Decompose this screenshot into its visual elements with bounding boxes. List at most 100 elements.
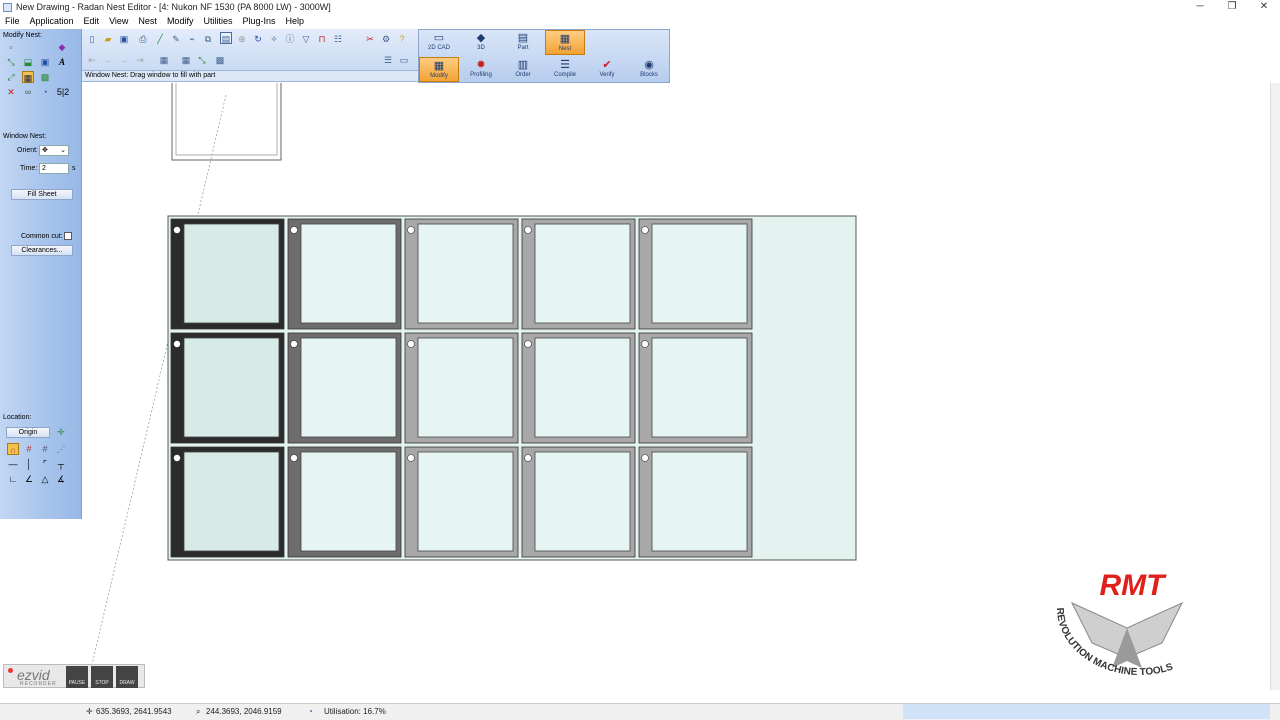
list-view-icon[interactable]: ☰ — [382, 54, 394, 66]
clipboard-icon[interactable]: ▣ — [39, 56, 51, 68]
triangle-icon[interactable]: △ — [39, 473, 51, 485]
tab-order[interactable]: ▥ Order — [503, 57, 543, 82]
tab-profiling[interactable]: ✹ Profiling — [461, 57, 501, 82]
tools-icon[interactable]: ✂ — [364, 33, 376, 45]
array-icon[interactable]: ⤢ — [5, 71, 17, 83]
delete-icon[interactable]: ✕ — [5, 86, 17, 98]
tab-2d-cad[interactable]: ▭ 2D CAD — [419, 30, 459, 55]
angle-measure-icon[interactable]: ∡ — [55, 473, 67, 485]
nested-parts — [170, 218, 753, 558]
prev-icon[interactable]: ← — [102, 54, 114, 66]
window-nest-tool-icon[interactable]: ▤ — [220, 32, 232, 44]
snap-magnet-icon[interactable]: ∩ — [7, 443, 19, 455]
drawing-canvas[interactable]: RMT REVOLUTION MACHINE TOOLS — [82, 77, 1270, 690]
info-icon[interactable]: ⓘ — [284, 33, 296, 45]
save-icon[interactable]: ▣ — [118, 33, 130, 45]
common-cut-checkbox[interactable] — [64, 232, 72, 240]
pattern-icon[interactable]: ☷ — [332, 33, 344, 45]
minimize-button[interactable]: ─ — [1184, 0, 1216, 15]
vertical-icon[interactable]: │ — [23, 458, 35, 470]
part-cutout — [534, 223, 631, 324]
marker-icon[interactable]: ◆ — [56, 41, 68, 53]
origin-button[interactable]: Origin — [6, 427, 50, 438]
block-nest-icon[interactable]: ▩ — [39, 71, 51, 83]
tee-icon[interactable]: ┬ — [55, 458, 67, 470]
vertical-scrollbar[interactable] — [1270, 83, 1280, 690]
sheet-layout-icon[interactable]: ▩ — [214, 54, 226, 66]
zoom-icon[interactable]: ⊕ — [236, 33, 248, 45]
menu-edit[interactable]: Edit — [79, 15, 105, 29]
next-icon[interactable]: → — [118, 54, 130, 66]
new-icon[interactable]: ▯ — [86, 33, 98, 45]
open-icon[interactable]: ▰ — [102, 33, 114, 45]
recorder-label: RECORDER — [20, 681, 57, 687]
sheet-list-icon[interactable]: ▦ — [158, 54, 170, 66]
first-icon[interactable]: ⇤ — [86, 54, 98, 66]
add-sheet-icon[interactable]: ⤡ — [196, 54, 208, 66]
menu-help[interactable]: Help — [281, 15, 310, 29]
time-label: Time: — [20, 165, 38, 172]
filter-icon[interactable]: ▽ — [300, 33, 312, 45]
copy-icon[interactable]: ⧉ — [202, 33, 214, 45]
select-icon[interactable]: ▫ — [5, 41, 17, 53]
measure-icon[interactable]: ✧ — [268, 33, 280, 45]
angle-45-icon[interactable]: ∠ — [23, 473, 35, 485]
group-icon[interactable]: ∞ — [22, 86, 34, 98]
fill-sheet-button[interactable]: Fill Sheet — [11, 189, 73, 200]
modify-icon: ▦ — [433, 60, 445, 72]
part-cutout — [651, 337, 748, 438]
help-icon[interactable]: ? — [396, 33, 408, 45]
menu-utilities[interactable]: Utilities — [198, 15, 237, 29]
time-input[interactable]: 2 — [39, 163, 69, 174]
pen-icon[interactable]: ✎ — [170, 33, 182, 45]
punch-icon[interactable]: ⊓ — [316, 33, 328, 45]
title-bar: New Drawing - Radan Nest Editor - [4: Nu… — [0, 0, 1280, 15]
fine-grid-icon[interactable]: # — [39, 443, 51, 455]
cube-icon: ◆ — [476, 32, 486, 44]
stop-button[interactable]: STOP — [91, 666, 113, 688]
window-nest-icon[interactable]: ▦ — [22, 71, 34, 83]
origin-target-icon[interactable]: ✛ — [55, 426, 67, 438]
tab-3d[interactable]: ◆ 3D — [461, 30, 501, 55]
tab-part[interactable]: ▤ Part — [503, 30, 543, 55]
refresh-icon[interactable]: ↻ — [252, 33, 264, 45]
print-icon[interactable]: ⎙ — [137, 33, 149, 45]
draw-button[interactable]: DRAW — [116, 666, 138, 688]
tab-blocks[interactable]: ◉ Blocks — [629, 57, 669, 82]
tab-nest[interactable]: ▦ Nest — [545, 30, 585, 55]
horizontal-icon[interactable]: — — [7, 458, 19, 470]
close-button[interactable]: ✕ — [1248, 0, 1280, 15]
sheet-grid-icon[interactable]: ▦ — [180, 54, 192, 66]
menu-file[interactable]: File — [0, 15, 25, 29]
menu-modify[interactable]: Modify — [162, 15, 199, 29]
menu-nest[interactable]: Nest — [133, 15, 162, 29]
orient-select[interactable]: ✥ ⌄ — [39, 145, 69, 156]
tab-verify[interactable]: ✔ Verify — [587, 57, 627, 82]
text-icon[interactable]: A — [56, 56, 68, 68]
menu-plugins[interactable]: Plug-Ins — [237, 15, 280, 29]
brush-icon[interactable]: ⌁ — [186, 33, 198, 45]
pause-button[interactable]: PAUSE — [66, 666, 88, 688]
panel-view-icon[interactable]: ▭ — [398, 54, 410, 66]
tab-compile[interactable]: ☰ Compile — [545, 57, 585, 82]
diagonal-grid-icon[interactable]: ⋰ — [55, 443, 67, 455]
menu-view[interactable]: View — [104, 15, 133, 29]
draw-line-icon[interactable]: ╱ — [154, 33, 166, 45]
order-icon: ▥ — [517, 59, 529, 71]
settings-icon[interactable]: ⚙ — [380, 33, 392, 45]
last-icon[interactable]: ⇥ — [134, 54, 146, 66]
ratio-icon[interactable]: 5|2 — [55, 86, 71, 98]
copy-part-icon[interactable]: ⬓ — [22, 56, 34, 68]
angle-icon[interactable]: ∟ — [7, 473, 19, 485]
clearances-button[interactable]: Clearances... — [11, 245, 73, 256]
move-part-icon[interactable]: ⤡ — [5, 56, 17, 68]
part-cutout — [300, 223, 397, 324]
menu-application[interactable]: Application — [25, 15, 79, 29]
corner-icon[interactable]: ⌜ — [39, 458, 51, 470]
restore-button[interactable]: ❐ — [1216, 0, 1248, 15]
grid-snap-icon[interactable]: # — [23, 443, 35, 455]
mode-tabs: ▭ 2D CAD ◆ 3D ▤ Part ▦ Nest ▦ Modify ✹ P… — [418, 29, 670, 83]
tab-modify[interactable]: ▦ Modify — [419, 57, 459, 82]
part-hole — [641, 340, 649, 348]
rotate-icon[interactable]: ◔ — [39, 86, 51, 98]
